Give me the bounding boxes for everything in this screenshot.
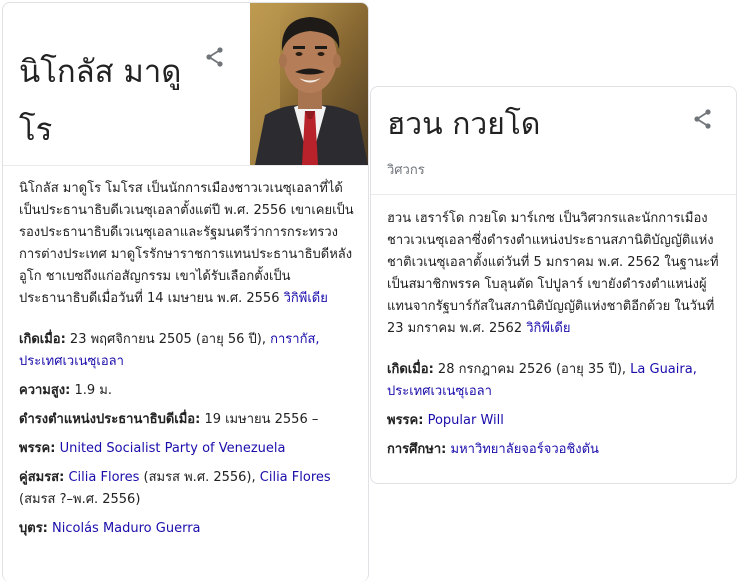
fact-party: พรรค: United Socialist Party of Venezuel…: [19, 438, 354, 460]
wikipedia-link[interactable]: วิกิพีเดีย: [284, 291, 328, 306]
facts-list: เกิดเมื่อ: 28 กรกฎาคม 2526 (อายุ 35 ปี),…: [387, 359, 727, 468]
fact-label: คู่สมรส:: [19, 470, 65, 485]
fact-height: ความสูง: 1.9 ม.: [19, 380, 354, 402]
fact-office: ดำรงตำแหน่งประธานาธิบดีเมื่อ: 19 เมษายน …: [19, 409, 354, 431]
fact-label: พรรค:: [387, 413, 424, 428]
share-icon[interactable]: [691, 107, 715, 131]
fact-party: พรรค: Popular Will: [387, 410, 727, 432]
facts-list: เกิดเมื่อ: 23 พฤศจิกายน 2505 (อายุ 56 ปี…: [19, 329, 354, 547]
entity-description: นิโกลัส มาดูโร โมโรส เป็นนักการเมืองชาวเ…: [19, 178, 354, 310]
fact-label: ความสูง:: [19, 383, 71, 398]
fact-value: (สมรส พ.ศ. 2556),: [139, 470, 260, 485]
fact-label: ดำรงตำแหน่งประธานาธิบดีเมื่อ:: [19, 412, 201, 427]
divider: [371, 194, 736, 195]
spouse-link[interactable]: Cilia Flores: [68, 470, 139, 485]
share-icon: [206, 47, 223, 67]
divider: [3, 165, 368, 166]
fact-born: เกิดเมื่อ: 23 พฤศจิกายน 2505 (อายุ 56 ปี…: [19, 329, 354, 373]
fact-children: บุตร: Nicolás Maduro Guerra: [19, 518, 354, 540]
spouse-link[interactable]: Cilia Flores: [260, 470, 331, 485]
fact-education: การศึกษา: มหาวิทยาลัยจอร์จวอชิงตัน: [387, 439, 727, 461]
fact-born: เกิดเมื่อ: 28 กรกฎาคม 2526 (อายุ 35 ปี),…: [387, 359, 727, 403]
education-link[interactable]: มหาวิทยาลัยจอร์จวอชิงตัน: [451, 442, 599, 457]
party-link[interactable]: Popular Will: [428, 413, 504, 428]
portrait-image: [250, 3, 368, 165]
share-icon: [694, 109, 711, 129]
fact-label: บุตร:: [19, 521, 48, 536]
fact-value: 1.9 ม.: [74, 383, 113, 398]
fact-label: เกิดเมื่อ:: [387, 362, 434, 377]
fact-value: (สมรส ?–พ.ศ. 2556): [19, 492, 141, 507]
child-link[interactable]: Nicolás Maduro Guerra: [52, 521, 200, 536]
fact-label: พรรค:: [19, 441, 56, 456]
fact-value: 28 กรกฎาคม 2526 (อายุ 35 ปี),: [437, 362, 631, 377]
description-text: ฮวน เฮราร์โด กวยโด มาร์เกซ เป็นวิศวกรและ…: [387, 211, 719, 336]
entity-subtitle: วิศวกร: [387, 163, 425, 178]
description-text: นิโกลัส มาดูโร โมโรส เป็นนักการเมืองชาวเ…: [19, 181, 354, 306]
fact-spouse: คู่สมรส: Cilia Flores (สมรส พ.ศ. 2556), …: [19, 467, 354, 511]
fact-label: การศึกษา:: [387, 442, 447, 457]
fact-value: 23 พฤศจิกายน 2505 (อายุ 56 ปี),: [69, 332, 271, 347]
wikipedia-link[interactable]: วิกิพีเดีย: [526, 321, 570, 336]
knowledge-panel-right: ฮวน กวยโด วิศวกร ฮวน เฮราร์โด กวยโด มาร์…: [370, 86, 737, 484]
knowledge-panel-left: นิโกลัส มาดูโร นิโกลัส มาดูโร โมโรส เป็น…: [2, 2, 369, 582]
entity-description: ฮวน เฮราร์โด กวยโด มาร์เกซ เป็นวิศวกรและ…: [387, 208, 727, 340]
portrait-photo[interactable]: [250, 3, 368, 165]
party-link[interactable]: United Socialist Party of Venezuela: [60, 441, 286, 456]
fact-value: 19 เมษายน 2556 –: [204, 412, 319, 427]
entity-title: นิโกลัส มาดูโร: [19, 54, 182, 148]
fact-label: เกิดเมื่อ:: [19, 332, 66, 347]
entity-title: ฮวน กวยโด: [387, 107, 541, 142]
share-icon[interactable]: [203, 45, 227, 69]
